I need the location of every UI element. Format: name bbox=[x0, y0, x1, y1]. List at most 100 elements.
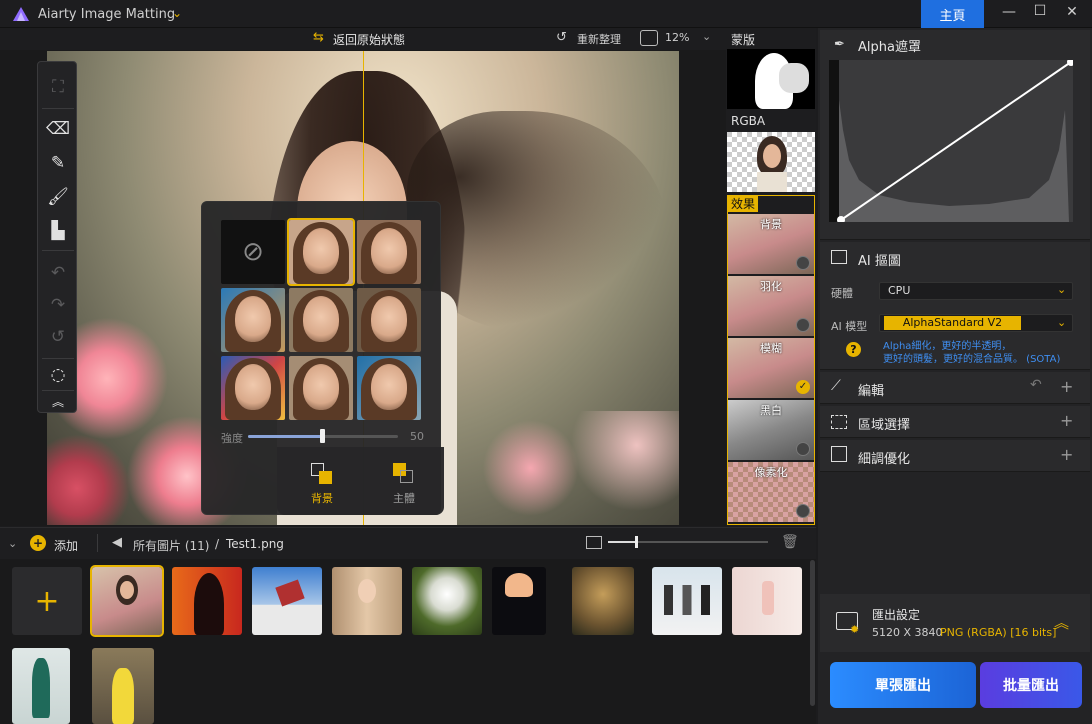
effect-toggle-icon[interactable] bbox=[796, 256, 810, 270]
home-button[interactable]: 主頁 bbox=[921, 0, 984, 28]
background-option-6[interactable] bbox=[221, 356, 285, 420]
add-button[interactable]: 添加 bbox=[54, 537, 78, 554]
effect-pixelate[interactable]: 像素化 bbox=[728, 462, 814, 522]
gallery-thumb[interactable] bbox=[572, 567, 634, 635]
edit-icon: ⟋ bbox=[831, 378, 841, 394]
minimize-icon[interactable]: — bbox=[999, 4, 1019, 24]
background-option-2[interactable] bbox=[357, 220, 421, 284]
undo-icon[interactable]: ↶ bbox=[1030, 377, 1042, 393]
add-image-tile[interactable]: + bbox=[12, 567, 82, 635]
thumbnail-size-handle[interactable] bbox=[635, 536, 638, 548]
brush-icon[interactable]: 🖌 bbox=[38, 182, 78, 212]
undo-icon[interactable]: ↶ bbox=[38, 258, 78, 288]
collapse-up-icon[interactable]: ︽ bbox=[38, 390, 78, 412]
single-export-button[interactable]: 單張匯出 bbox=[830, 662, 976, 708]
gallery-thumb[interactable] bbox=[252, 567, 322, 635]
fine-tune-add-icon[interactable]: + bbox=[1060, 445, 1073, 464]
gallery-thumb[interactable] bbox=[732, 567, 802, 635]
lasso-icon[interactable]: ◌ bbox=[38, 360, 78, 390]
gallery-thumb[interactable] bbox=[492, 567, 546, 635]
export-settings-section[interactable] bbox=[820, 594, 1090, 652]
gallery-thumb[interactable] bbox=[332, 567, 402, 635]
effect-toggle-icon[interactable] bbox=[796, 442, 810, 456]
collapse-down-icon[interactable]: ⌄ bbox=[8, 537, 17, 550]
gallery-thumb[interactable] bbox=[412, 567, 482, 635]
background-option-1[interactable] bbox=[287, 218, 355, 286]
collapse-up-icon[interactable]: ︽ bbox=[1054, 612, 1069, 633]
back-arrow-icon[interactable]: ◀ bbox=[112, 535, 122, 550]
gallery-thumb[interactable] bbox=[90, 565, 164, 637]
chevron-down-icon[interactable]: ⌄ bbox=[1057, 283, 1066, 296]
effects-label: 效果 bbox=[728, 196, 758, 212]
effect-background[interactable]: 背景 bbox=[728, 214, 814, 274]
tab-subject[interactable]: 主體 bbox=[393, 490, 415, 506]
effect-toggle-icon[interactable] bbox=[796, 504, 810, 518]
subject-tab-icon-outline bbox=[400, 470, 413, 483]
plus-icon: + bbox=[34, 583, 60, 619]
gallery-thumb[interactable] bbox=[92, 648, 154, 724]
eyedropper-icon[interactable]: ✒ bbox=[834, 37, 845, 52]
paint-roller-icon[interactable]: ▙ bbox=[38, 216, 78, 246]
model-description-line2: 更好的頭髮，更好的混合品質。 (SOTA) bbox=[883, 354, 1061, 365]
rgba-preview[interactable] bbox=[727, 132, 815, 192]
effect-label: 羽化 bbox=[760, 280, 782, 293]
gallery-thumb[interactable] bbox=[172, 567, 242, 635]
region-add-icon[interactable]: + bbox=[1060, 411, 1073, 430]
effect-bw[interactable]: 黑白 bbox=[728, 400, 814, 460]
export-settings-title: 匯出設定 bbox=[872, 608, 921, 622]
add-icon[interactable]: + bbox=[30, 535, 46, 551]
gear-icon: ✹ bbox=[850, 623, 860, 636]
background-option-4[interactable] bbox=[289, 288, 353, 352]
edit-add-icon[interactable]: + bbox=[1060, 377, 1073, 396]
rgba-label: RGBA bbox=[731, 114, 766, 128]
image-icon bbox=[831, 250, 847, 264]
background-option-7[interactable] bbox=[289, 356, 353, 420]
trash-icon[interactable]: 🗑 bbox=[781, 534, 799, 550]
zoom-value: 12% bbox=[665, 31, 690, 44]
no-background-option[interactable]: ⊘ bbox=[221, 220, 285, 284]
effect-feather[interactable]: 羽化 bbox=[728, 276, 814, 336]
strength-slider-handle[interactable] bbox=[320, 429, 325, 443]
chevron-down-icon[interactable]: ⌄ bbox=[1057, 316, 1066, 329]
batch-export-button[interactable]: 批量匯出 bbox=[980, 662, 1082, 708]
background-option-8[interactable] bbox=[357, 356, 421, 420]
help-icon[interactable]: ? bbox=[846, 342, 861, 357]
hardware-select[interactable]: CPU bbox=[879, 282, 1073, 300]
maximize-icon[interactable]: ☐ bbox=[1030, 3, 1050, 23]
all-images-link[interactable]: 所有圖片 (11) bbox=[133, 537, 209, 554]
restore-original-button[interactable]: 返回原始狀態 bbox=[333, 31, 405, 48]
gallery-thumb[interactable] bbox=[12, 648, 70, 724]
pen-icon[interactable]: ✎ bbox=[38, 148, 78, 178]
eraser-icon[interactable]: ⌫ bbox=[38, 114, 78, 144]
strength-slider-fill bbox=[248, 435, 322, 438]
region-select-title: 區域選擇 bbox=[858, 418, 911, 433]
zoom-fit-icon[interactable] bbox=[640, 30, 658, 46]
model-label: AI 模型 bbox=[831, 320, 868, 333]
check-icon[interactable]: ✓ bbox=[796, 380, 810, 394]
redo-icon[interactable]: ↷ bbox=[38, 290, 78, 320]
refresh-icon[interactable]: ↺ bbox=[556, 30, 567, 45]
reset-icon[interactable]: ↺ bbox=[38, 322, 78, 352]
background-option-3[interactable] bbox=[221, 288, 285, 352]
close-icon[interactable]: ✕ bbox=[1062, 4, 1082, 24]
reorganize-button[interactable]: 重新整理 bbox=[577, 31, 621, 47]
none-icon: ⊘ bbox=[242, 237, 264, 267]
tab-background[interactable]: 背景 bbox=[311, 490, 333, 506]
effect-label: 模糊 bbox=[760, 342, 782, 355]
gallery-thumb[interactable] bbox=[652, 567, 722, 635]
alpha-mask-title: Alpha遮罩 bbox=[858, 40, 921, 55]
select-region-icon[interactable]: ⛶ bbox=[38, 72, 78, 102]
edit-title: 編輯 bbox=[858, 384, 885, 399]
filebar-divider bbox=[97, 534, 98, 552]
zoom-chevron-icon[interactable]: ⌄ bbox=[702, 30, 711, 43]
export-size: 5120 X 3840 bbox=[872, 626, 943, 639]
gallery-scrollbar[interactable] bbox=[810, 560, 815, 706]
effect-toggle-icon[interactable] bbox=[796, 318, 810, 332]
chevron-down-icon[interactable]: ⌄ bbox=[172, 6, 182, 20]
ai-matting-title: AI 摳圖 bbox=[858, 254, 901, 269]
background-option-5[interactable] bbox=[357, 288, 421, 352]
restore-icon[interactable]: ⇆ bbox=[313, 30, 324, 45]
alpha-curve-graph[interactable] bbox=[829, 60, 1073, 222]
mask-preview[interactable] bbox=[727, 49, 815, 109]
effect-blur[interactable]: 模糊 ✓ bbox=[728, 338, 814, 398]
